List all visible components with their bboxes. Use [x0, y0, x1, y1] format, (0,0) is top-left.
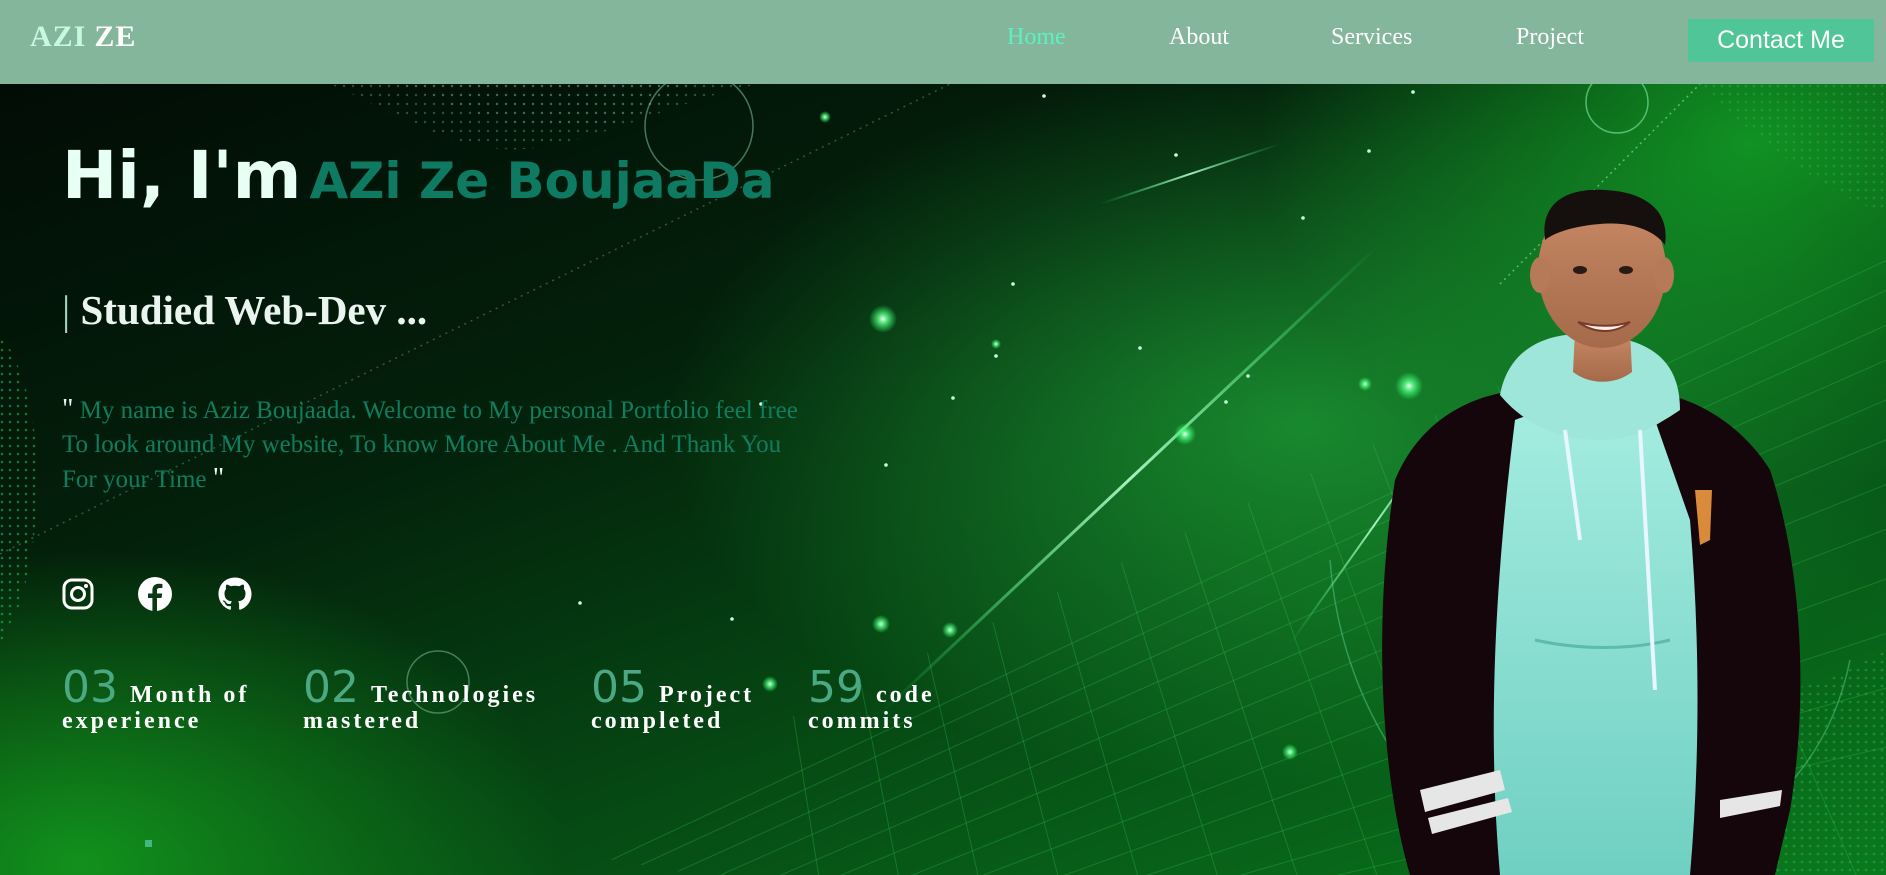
top-navbar: AZI ZE Home About Services Project Contac…	[0, 0, 1886, 84]
nav-project[interactable]: Project	[1516, 24, 1584, 51]
facebook-link[interactable]	[137, 576, 173, 612]
role-text: Studied Web-Dev ...	[80, 287, 428, 333]
quote-open-mark: "	[62, 394, 74, 425]
quote-close-mark: "	[212, 463, 225, 494]
stat-technologies: 02 Technologies mastered	[303, 666, 539, 735]
role-bar: |	[62, 287, 71, 333]
stat-label-line2: experience	[62, 708, 202, 734]
stat-label-line2: commits	[808, 708, 916, 734]
stat-projects: 05 Project completed	[591, 666, 755, 735]
portfolio-page: Hi, I'm AZi Ze BoujaaDa | Studied Web-Dev…	[0, 0, 1886, 875]
nav-about[interactable]: About	[1169, 24, 1229, 51]
instagram-link[interactable]	[60, 576, 96, 612]
stat-label-line1: Project	[659, 682, 755, 708]
nav-home[interactable]: Home	[1007, 24, 1066, 51]
facebook-icon	[138, 577, 172, 611]
stat-label-line1: code	[876, 682, 935, 708]
hero-name: AZi Ze BoujaaDa	[309, 152, 775, 210]
github-link[interactable]	[217, 576, 253, 612]
stat-number: 02	[303, 662, 359, 713]
stat-number: 59	[808, 662, 864, 713]
stat-commits: 59 code commits	[808, 666, 935, 735]
greeting-text: Hi, I'm	[62, 137, 302, 214]
nav-services[interactable]: Services	[1331, 24, 1412, 51]
hero-role: | Studied Web-Dev ...	[62, 286, 427, 334]
hero-greeting: Hi, I'm AZi Ze BoujaaDa	[62, 137, 774, 214]
stat-label-line2: mastered	[303, 708, 422, 734]
github-icon	[218, 577, 252, 610]
stat-label-line1: Technologies	[371, 682, 539, 708]
hero-quote: " My name is Aziz Boujaada. Welcome to M…	[62, 393, 822, 497]
logo-part2: ZE	[94, 20, 137, 53]
site-logo[interactable]: AZI ZE	[30, 20, 136, 54]
contact-me-button[interactable]: Contact Me	[1688, 19, 1874, 62]
instagram-icon	[62, 578, 94, 610]
stat-label-line1: Month of	[130, 682, 250, 708]
stat-experience: 03 Month of experience	[62, 666, 250, 735]
stat-number: 05	[591, 662, 647, 713]
stat-number: 03	[62, 662, 118, 713]
quote-text: My name is Aziz Boujaada. Welcome to My …	[62, 397, 798, 493]
logo-part1: AZI	[30, 20, 87, 53]
stat-label-line2: completed	[591, 708, 724, 734]
